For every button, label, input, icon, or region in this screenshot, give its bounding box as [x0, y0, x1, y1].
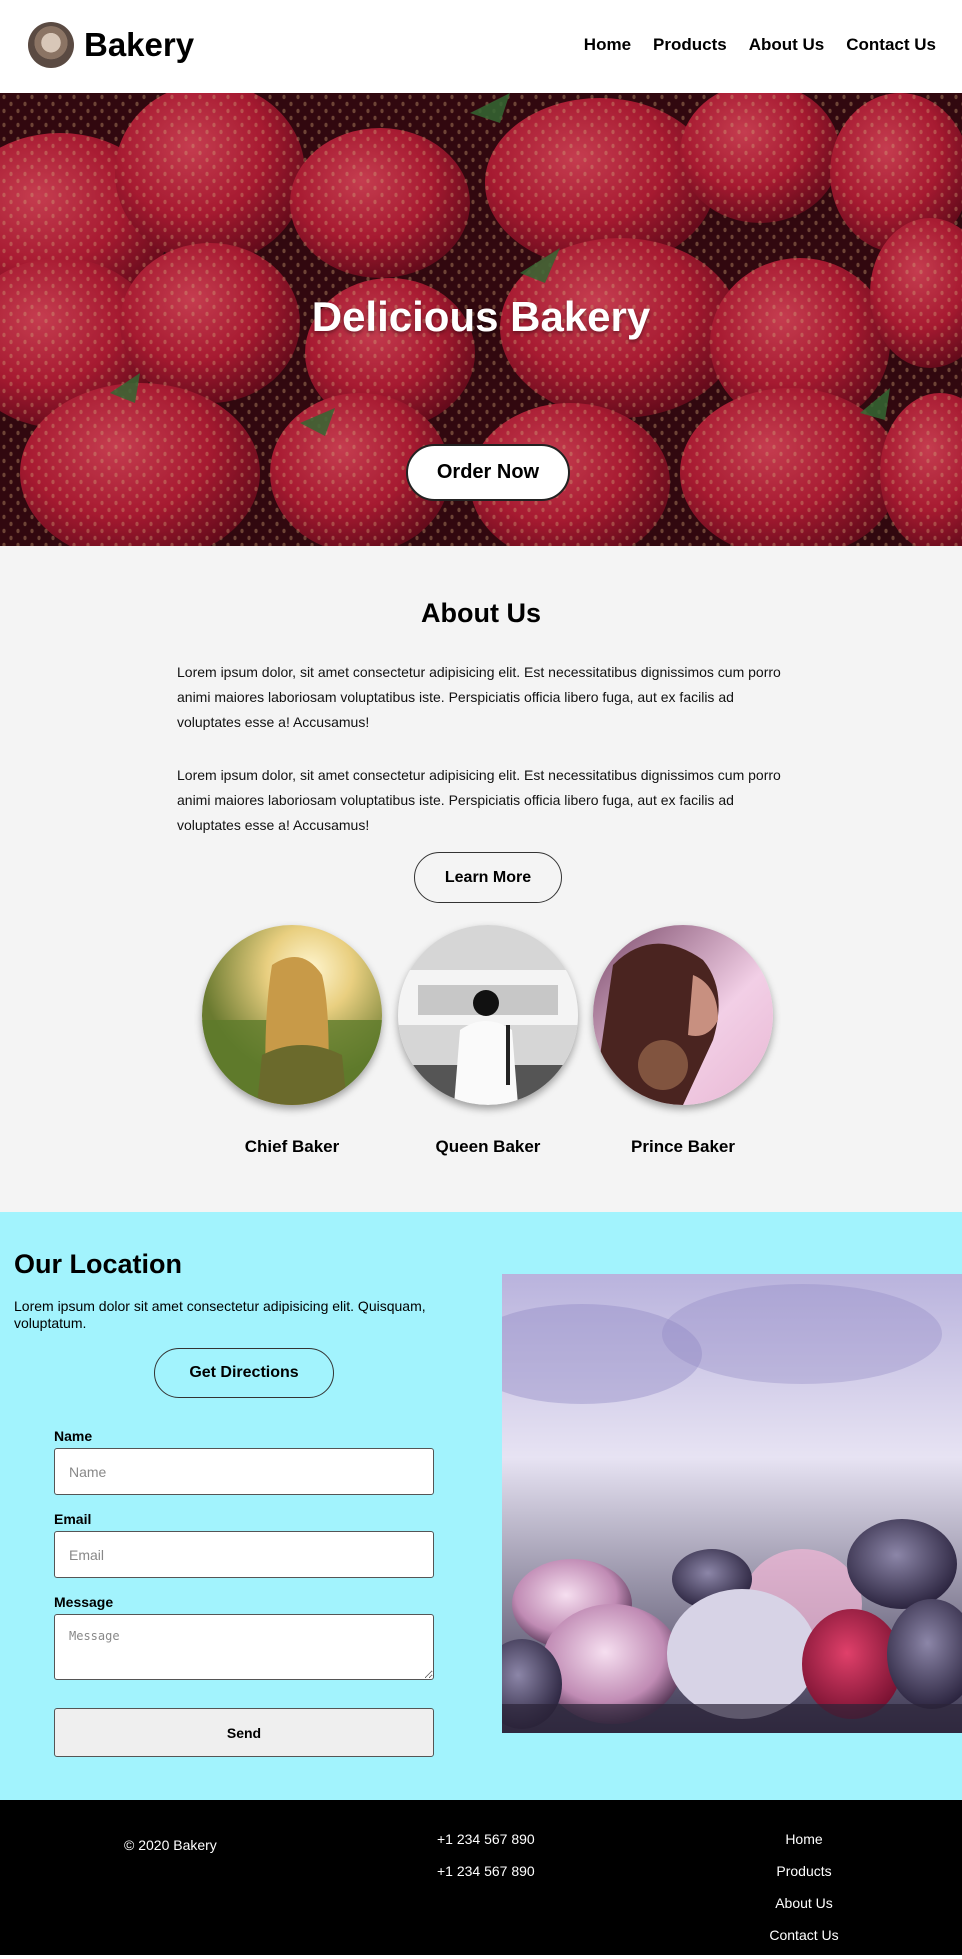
- queen-baker-name: Queen Baker: [435, 1137, 541, 1156]
- site-header: Bakery Home Products About Us Contact Us: [0, 0, 962, 93]
- site-footer: © 2020 Bakery +1 234 567 890 +1 234 567 …: [0, 1800, 962, 1955]
- team-member-prince: Prince Baker: [593, 925, 773, 1157]
- footer-link-about-us[interactable]: About Us: [760, 1895, 848, 1927]
- order-now-button[interactable]: Order Now: [406, 444, 570, 501]
- nav-contact-us[interactable]: Contact Us: [846, 35, 936, 55]
- location-text: Lorem ipsum dolor sit amet consectetur a…: [14, 1298, 426, 1331]
- location-section: Our Location Lorem ipsum dolor sit amet …: [0, 1212, 962, 1800]
- hero-section: Delicious Bakery Order Now: [0, 93, 962, 546]
- send-button[interactable]: Send: [54, 1708, 434, 1757]
- chief-baker-name: Chief Baker: [244, 1137, 340, 1156]
- hero-title: Delicious Bakery: [311, 293, 651, 340]
- phone-number[interactable]: +1 234 567 890: [437, 1831, 535, 1863]
- frozen-berries-image: [502, 1274, 962, 1733]
- brand-name: Bakery: [84, 26, 195, 63]
- email-input[interactable]: [54, 1531, 434, 1578]
- phone-list: +1 234 567 890 +1 234 567 890: [437, 1831, 535, 1895]
- brand[interactable]: Bakery: [28, 22, 194, 68]
- name-input[interactable]: [54, 1448, 434, 1495]
- nav-home[interactable]: Home: [584, 35, 631, 55]
- message-textarea[interactable]: [54, 1614, 434, 1680]
- about-paragraph: Lorem ipsum dolor, sit amet consectetur …: [177, 767, 781, 833]
- footer-link-home[interactable]: Home: [760, 1831, 848, 1863]
- email-label: Email: [54, 1511, 92, 1527]
- queen-baker-photo: [398, 925, 578, 1105]
- about-section: About Us Lorem ipsum dolor, sit amet con…: [0, 546, 962, 1212]
- copyright-text: © 2020 Bakery: [124, 1837, 217, 1853]
- main-nav: Home Products About Us Contact Us: [584, 35, 936, 55]
- prince-baker-name: Prince Baker: [631, 1137, 735, 1156]
- footer-link-products[interactable]: Products: [760, 1863, 848, 1895]
- nav-products[interactable]: Products: [653, 35, 727, 55]
- learn-more-button[interactable]: Learn More: [414, 852, 562, 903]
- phone-number[interactable]: +1 234 567 890: [437, 1863, 535, 1895]
- name-label: Name: [54, 1428, 93, 1444]
- message-label: Message: [54, 1594, 114, 1610]
- about-paragraph: Lorem ipsum dolor, sit amet consectetur …: [177, 664, 781, 730]
- chief-baker-photo: [202, 925, 382, 1105]
- footer-link-contact-us[interactable]: Contact Us: [760, 1927, 848, 1959]
- footer-nav: Home Products About Us Contact Us: [760, 1831, 848, 1959]
- team-member-queen: Queen Baker: [398, 925, 578, 1157]
- about-title: About Us: [421, 598, 541, 628]
- logo-avatar: [28, 22, 74, 68]
- team-member-chief: Chief Baker: [202, 925, 382, 1157]
- nav-about-us[interactable]: About Us: [749, 35, 825, 55]
- location-title: Our Location: [14, 1249, 182, 1279]
- get-directions-button[interactable]: Get Directions: [154, 1348, 334, 1398]
- prince-baker-photo: [593, 925, 773, 1105]
